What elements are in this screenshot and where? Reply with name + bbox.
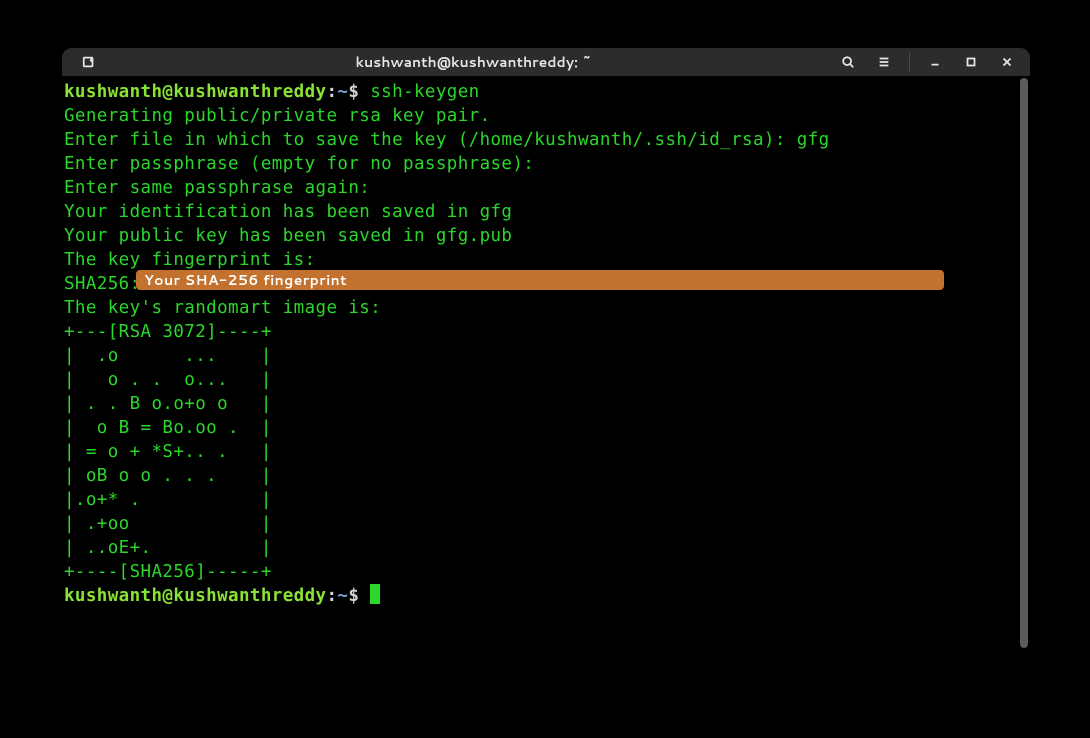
scrollbar-track[interactable] [1018,76,1030,692]
titlebar-separator [909,52,910,72]
new-tab-button[interactable] [72,48,106,76]
randomart-line: | oB o o . . . | [64,466,272,486]
randomart-line: | . . B o.o+o o | [64,394,272,414]
prompt-path: ~ [337,586,348,606]
randomart-line: | o B = Bo.oo . | [64,418,272,438]
titlebar: kushwanth@kushwanthreddy: ~ [62,48,1030,76]
minimize-icon [928,55,942,69]
new-tab-icon [82,55,96,69]
out-line: The key's randomart image is: [64,298,381,318]
randomart-line: | .+oo | [64,514,272,534]
prompt-colon: : [326,586,337,606]
prompt-colon: : [326,82,337,102]
cursor [370,584,380,604]
randomart-line: |.o+* . | [64,490,272,510]
randomart-line: | = o + *S+.. . | [64,442,272,462]
search-icon [841,55,855,69]
prompt-user: kushwanth@kushwanthreddy [64,586,326,606]
randomart-line: | o . . o... | [64,370,272,390]
prompt-dollar: $ [348,586,359,606]
close-icon [1000,55,1014,69]
menu-button[interactable] [867,48,901,76]
randomart-line: | ..oE+. | [64,538,272,558]
typed-command: ssh-keygen [370,82,479,102]
terminal-output[interactable]: kushwanth@kushwanthreddy:~$ ssh-keygen G… [62,76,1018,692]
out-line: Your public key has been saved in gfg.pu… [64,226,512,246]
scrollbar-thumb[interactable] [1020,78,1028,648]
hamburger-icon [877,55,891,69]
out-line: Generating public/private rsa key pair. [64,106,491,126]
randomart-line: | .o ... | [64,346,272,366]
minimize-button[interactable] [918,48,952,76]
randomart-line: +---[RSA 3072]----+ [64,322,272,342]
search-button[interactable] [831,48,865,76]
out-line: Enter passphrase (empty for no passphras… [64,154,534,174]
prompt-path: ~ [337,82,348,102]
maximize-button[interactable] [954,48,988,76]
fingerprint-redaction-label: Your SHA-256 fingerprint [136,270,944,290]
out-line: Enter same passphrase again: [64,178,370,198]
out-line-sha: SHA256: [64,274,141,294]
terminal-body: kushwanth@kushwanthreddy:~$ ssh-keygen G… [62,76,1030,692]
out-line: Enter file in which to save the key (/ho… [64,130,830,150]
out-line: The key fingerprint is: [64,250,316,270]
prompt-dollar: $ [348,82,359,102]
randomart-line: +----[SHA256]-----+ [64,562,272,582]
prompt-user: kushwanth@kushwanthreddy [64,82,326,102]
window-title: kushwanth@kushwanthreddy: ~ [116,52,831,72]
terminal-window: kushwanth@kushwanthreddy: ~ [62,48,1030,692]
out-line: Your identification has been saved in gf… [64,202,512,222]
maximize-icon [964,55,978,69]
close-button[interactable] [990,48,1024,76]
